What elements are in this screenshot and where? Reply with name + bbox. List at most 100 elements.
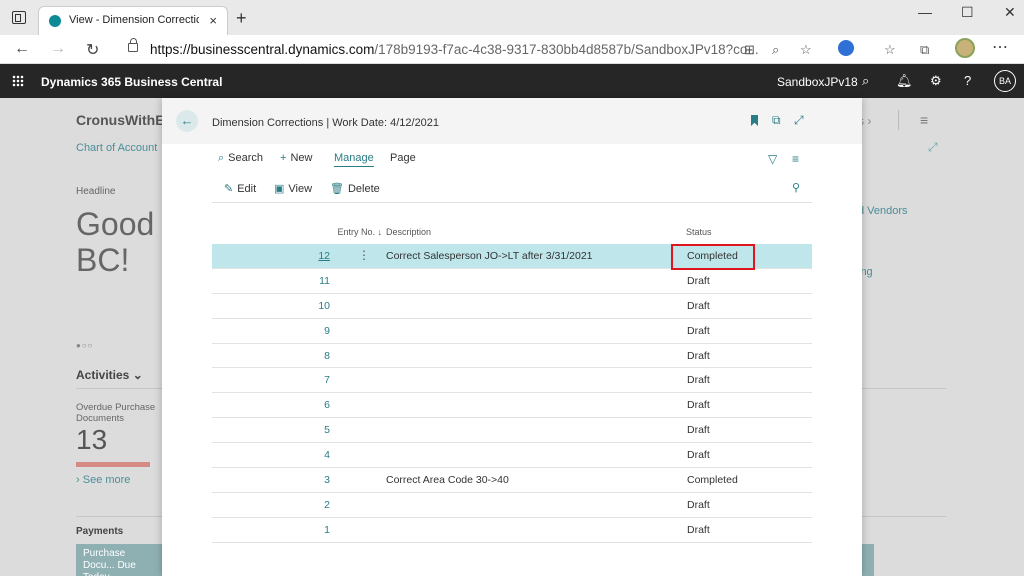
pencil-icon: ✎ bbox=[224, 183, 234, 195]
expand-icon[interactable]: ⤢ bbox=[794, 113, 804, 128]
browser-tab[interactable]: View - Dimension Corrections - D × bbox=[38, 6, 228, 35]
page-title: Dimension Corrections | Work Date: 4/12/… bbox=[212, 117, 440, 129]
dialog-header: ← Dimension Corrections | Work Date: 4/1… bbox=[162, 98, 862, 144]
column-header-entry-no[interactable]: Entry No. ↓ bbox=[337, 227, 382, 237]
tab-actions-icon[interactable] bbox=[12, 11, 26, 24]
table-row[interactable]: 10 Draft bbox=[212, 294, 812, 319]
status-cell: Draft bbox=[687, 498, 710, 511]
profile-avatar[interactable] bbox=[955, 38, 975, 58]
immersive-reader-icon[interactable]: ⊞ bbox=[744, 42, 755, 58]
entry-no-link[interactable]: 2 bbox=[324, 499, 330, 511]
entry-no-link[interactable]: 1 bbox=[324, 524, 330, 536]
maximize-button[interactable]: ☐ bbox=[961, 4, 974, 21]
purchase-documents-due-tile[interactable]: Purchase Docu... Due Today bbox=[76, 544, 162, 576]
entry-no-link[interactable]: 10 bbox=[318, 300, 330, 312]
status-cell: Draft bbox=[687, 424, 710, 437]
delete-button[interactable]: 🗑︎ Delete bbox=[330, 182, 380, 195]
back-button[interactable]: ← bbox=[176, 110, 198, 132]
column-header-status[interactable]: Status bbox=[686, 227, 712, 237]
row-actions-icon[interactable]: ⋮ bbox=[358, 248, 370, 262]
url-text: https://businesscentral.dynamics.com/178… bbox=[150, 42, 759, 57]
divider bbox=[212, 202, 812, 203]
expand-icon[interactable]: ⤢ bbox=[928, 140, 938, 155]
notifications-icon[interactable]: 🔔︎ bbox=[896, 73, 913, 89]
address-bar: ← → ↻ https://businesscentral.dynamics.c… bbox=[0, 35, 1024, 64]
open-new-window-icon[interactable]: ⧉ bbox=[772, 113, 781, 128]
headline-label: Headline bbox=[76, 186, 116, 197]
overdue-purchase-count[interactable]: 13 bbox=[76, 424, 107, 456]
search-button[interactable]: ⌕ Search bbox=[218, 152, 263, 165]
zoom-icon[interactable]: ⌕ bbox=[772, 42, 779, 58]
window-close-button[interactable]: ✕ bbox=[1004, 4, 1016, 21]
list-view-icon[interactable]: ≡ bbox=[792, 152, 799, 166]
user-avatar[interactable]: BA bbox=[994, 70, 1016, 92]
entry-no-link[interactable]: 5 bbox=[324, 424, 330, 436]
table-row[interactable]: 7 Draft bbox=[212, 368, 812, 394]
table-row[interactable]: 1 Draft bbox=[212, 518, 812, 543]
business-central-favicon-icon bbox=[49, 15, 61, 27]
url-field[interactable]: https://businesscentral.dynamics.com/178… bbox=[118, 37, 824, 62]
table-row[interactable]: 4 Draft bbox=[212, 443, 812, 469]
table-header: Entry No. ↓ Description Status bbox=[212, 222, 812, 242]
table-row[interactable]: 8 Draft bbox=[212, 344, 812, 369]
forward-arrow-icon[interactable]: → bbox=[50, 40, 66, 58]
minimize-button[interactable]: — bbox=[918, 4, 932, 20]
settings-gear-icon[interactable]: ⚙ bbox=[930, 73, 942, 89]
payments-heading: Payments bbox=[76, 526, 124, 537]
table-row[interactable]: 11 Draft bbox=[212, 269, 812, 294]
activities-heading[interactable]: Activities ⌄ bbox=[76, 368, 143, 382]
filter-icon[interactable]: ▽ bbox=[768, 152, 777, 166]
entry-no-link[interactable]: 12 bbox=[318, 250, 330, 262]
entry-no-link[interactable]: 4 bbox=[324, 449, 330, 461]
refresh-icon[interactable]: ↻ bbox=[86, 40, 99, 60]
overdue-indicator-bar bbox=[76, 462, 150, 467]
headline-pager-dots[interactable]: ●○○ bbox=[76, 341, 94, 350]
vendors-link[interactable]: d Vendors bbox=[858, 205, 908, 217]
status-cell: Draft bbox=[687, 274, 710, 287]
overdue-purchase-label: Overdue Purchase Documents bbox=[76, 402, 156, 424]
entry-no-link[interactable]: 7 bbox=[324, 374, 330, 386]
environment-name[interactable]: SandboxJPv18 bbox=[777, 75, 858, 89]
help-icon[interactable]: ? bbox=[964, 73, 971, 88]
entry-no-link[interactable]: 8 bbox=[324, 350, 330, 362]
view-button[interactable]: ▣ View bbox=[274, 182, 312, 195]
corrections-table: 12 ⋮ Correct Salesperson JO->LT after 3/… bbox=[212, 244, 812, 543]
new-tab-button[interactable]: + bbox=[236, 8, 247, 29]
payments-tile[interactable] bbox=[862, 544, 874, 576]
entry-no-link[interactable]: 3 bbox=[324, 474, 330, 486]
tab-page[interactable]: Page bbox=[390, 152, 416, 164]
app-launcher-icon[interactable] bbox=[12, 75, 24, 87]
tab-manage[interactable]: Manage bbox=[334, 152, 374, 167]
status-cell: Draft bbox=[687, 449, 710, 462]
collections-icon[interactable]: ⧉ bbox=[920, 42, 929, 58]
status-cell: Draft bbox=[687, 299, 710, 312]
search-icon[interactable]: ⌕ bbox=[862, 73, 869, 89]
hamburger-menu-icon[interactable]: ≡ bbox=[920, 112, 928, 128]
tab-close-button[interactable]: × bbox=[209, 13, 217, 28]
table-row[interactable]: 2 Draft bbox=[212, 493, 812, 518]
lock-icon bbox=[128, 38, 138, 52]
new-button[interactable]: + New bbox=[280, 152, 312, 164]
description-cell: Correct Salesperson JO->LT after 3/31/20… bbox=[386, 250, 593, 262]
entry-no-link[interactable]: 11 bbox=[319, 275, 330, 287]
see-more-link[interactable]: › See more bbox=[76, 474, 130, 486]
column-header-description[interactable]: Description bbox=[386, 227, 431, 237]
table-row[interactable]: 5 Draft bbox=[212, 418, 812, 444]
company-name: CronusWithE bbox=[76, 112, 165, 128]
bookmark-icon[interactable] bbox=[751, 115, 758, 126]
edit-button[interactable]: ✎ Edit bbox=[224, 182, 256, 195]
table-row[interactable]: 9 Draft bbox=[212, 319, 812, 344]
back-arrow-icon[interactable]: ← bbox=[14, 40, 30, 58]
favorite-star-icon[interactable]: ☆ bbox=[800, 42, 812, 58]
entry-no-link[interactable]: 6 bbox=[324, 399, 330, 411]
pin-icon[interactable]: ⚲ bbox=[792, 181, 800, 194]
more-options-icon[interactable]: ⋯ bbox=[992, 37, 1008, 57]
view-icon: ▣ bbox=[274, 183, 285, 195]
favorites-icon[interactable]: ☆ bbox=[884, 42, 896, 58]
divider bbox=[898, 110, 899, 130]
table-row[interactable]: 6 Draft bbox=[212, 393, 812, 419]
extension-globe-icon[interactable] bbox=[838, 40, 854, 56]
entry-no-link[interactable]: 9 bbox=[324, 325, 330, 337]
table-row[interactable]: 3 Correct Area Code 30->40 Completed bbox=[212, 468, 812, 493]
chart-of-accounts-link[interactable]: Chart of Account bbox=[76, 142, 157, 154]
